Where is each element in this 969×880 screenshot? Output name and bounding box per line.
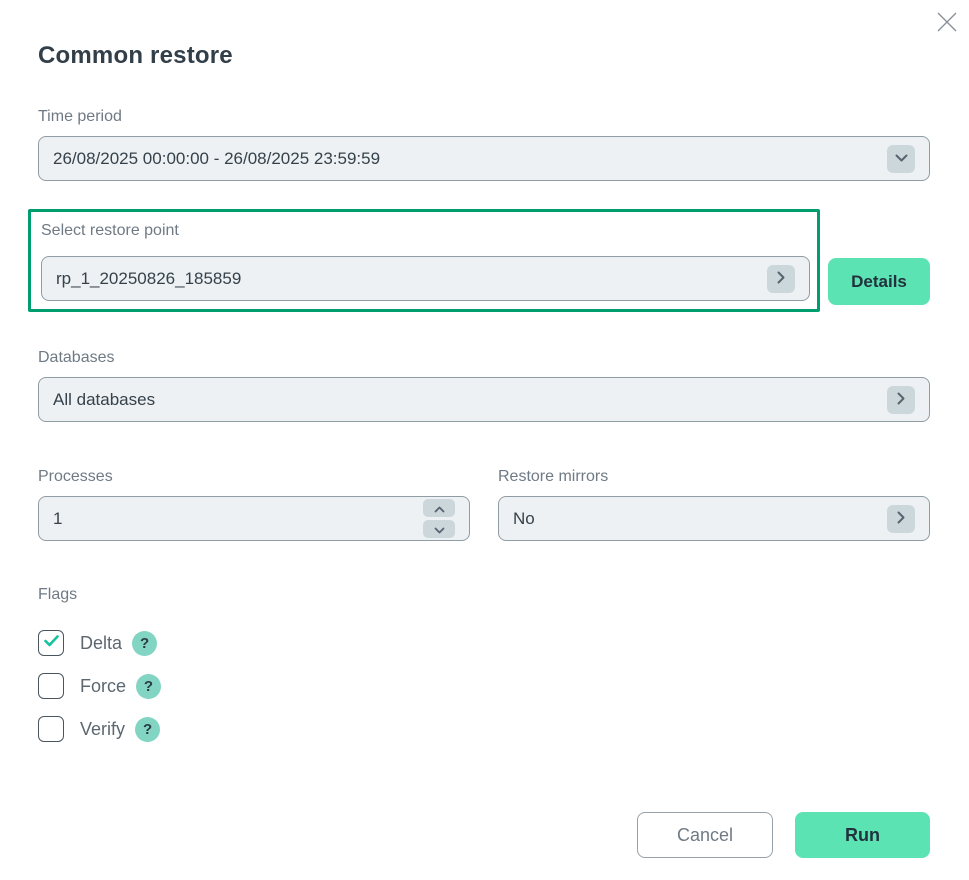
restore-point-expand-button[interactable] — [767, 265, 795, 293]
close-icon — [936, 11, 958, 36]
processes-label: Processes — [38, 468, 470, 486]
processes-stepper — [423, 499, 455, 538]
chevron-down-icon — [434, 522, 445, 537]
delta-help-icon[interactable]: ? — [132, 631, 157, 656]
verify-flag-label: Verify — [80, 719, 125, 740]
time-period-select[interactable]: 26/08/2025 00:00:00 - 26/08/2025 23:59:5… — [38, 136, 930, 181]
processes-column: Processes 1 — [38, 468, 470, 541]
delta-checkbox[interactable] — [38, 630, 64, 656]
databases-expand-button[interactable] — [887, 386, 915, 414]
time-period-dropdown-button[interactable] — [887, 145, 915, 173]
dialog-title: Common restore — [38, 42, 931, 70]
databases-select[interactable]: All databases — [38, 377, 930, 422]
force-checkbox[interactable] — [38, 673, 64, 699]
force-help-icon[interactable]: ? — [136, 674, 161, 699]
checkmark-icon — [44, 634, 59, 652]
force-flag-label: Force — [80, 676, 126, 697]
restore-mirrors-label: Restore mirrors — [498, 468, 930, 486]
restore-point-select[interactable]: rp_1_20250826_185859 — [41, 256, 810, 301]
databases-value: All databases — [53, 390, 887, 410]
restore-mirrors-select[interactable]: No — [498, 496, 930, 541]
restore-mirrors-expand-button[interactable] — [887, 505, 915, 533]
verify-checkbox[interactable] — [38, 716, 64, 742]
databases-label: Databases — [38, 349, 930, 367]
stepper-up-button[interactable] — [423, 499, 455, 517]
restore-point-label: Select restore point — [41, 222, 810, 240]
chevron-down-icon — [895, 151, 908, 166]
run-button[interactable]: Run — [795, 812, 930, 858]
flag-row-verify: Verify ? — [38, 716, 969, 742]
details-button[interactable]: Details — [828, 258, 930, 305]
time-period-value: 26/08/2025 00:00:00 - 26/08/2025 23:59:5… — [53, 149, 887, 169]
chevron-up-icon — [434, 501, 445, 516]
cancel-button[interactable]: Cancel — [637, 812, 773, 858]
stepper-down-button[interactable] — [423, 520, 455, 538]
chevron-right-icon — [897, 392, 906, 408]
chevron-right-icon — [777, 271, 786, 287]
processes-value: 1 — [53, 509, 423, 529]
flags-label: Flags — [38, 586, 930, 604]
common-restore-dialog: Common restore Time period 26/08/2025 00… — [0, 0, 969, 880]
restore-point-value: rp_1_20250826_185859 — [56, 269, 767, 289]
close-button[interactable] — [934, 10, 960, 36]
time-period-label: Time period — [38, 108, 930, 126]
restore-mirrors-column: Restore mirrors No — [498, 468, 930, 541]
restore-point-row: Select restore point rp_1_20250826_18585… — [28, 209, 930, 312]
flag-row-force: Force ? — [38, 673, 969, 699]
verify-help-icon[interactable]: ? — [135, 717, 160, 742]
processes-input[interactable]: 1 — [38, 496, 470, 541]
options-row: Processes 1 — [38, 468, 930, 541]
delta-flag-label: Delta — [80, 633, 122, 654]
restore-mirrors-value: No — [513, 509, 887, 529]
chevron-right-icon — [897, 511, 906, 527]
restore-point-highlight-box: Select restore point rp_1_20250826_18585… — [28, 209, 820, 312]
dialog-footer: Cancel Run — [637, 812, 930, 858]
flag-row-delta: Delta ? — [38, 630, 969, 656]
